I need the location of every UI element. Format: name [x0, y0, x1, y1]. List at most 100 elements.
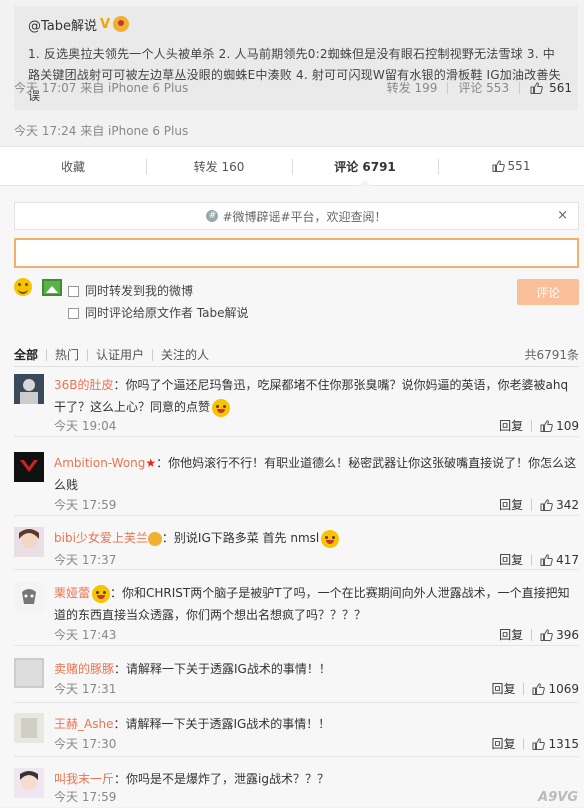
comment-body: 叫我末一斤：你吗是不是爆炸了，泄露ig战术？？？	[54, 768, 579, 790]
reposted-comment-link[interactable]: 评论 553	[458, 79, 509, 96]
comment-author[interactable]: Ambition-Wong	[54, 456, 145, 470]
comment-like-count: 396	[556, 627, 579, 642]
avatar[interactable]	[14, 374, 44, 404]
comment-item: 叫我末一斤：你吗是不是爆炸了，泄露ig战术？？？ 今天 17:59	[14, 768, 579, 808]
thumbs-up-icon	[540, 419, 553, 432]
comment-author-checkbox[interactable]	[68, 307, 79, 319]
smile-emoji-icon	[92, 584, 111, 603]
repost-checkbox-label: 同时转发到我的微博	[85, 284, 194, 298]
comment-input[interactable]	[14, 238, 579, 268]
submit-comment-button[interactable]: 评论	[517, 279, 579, 305]
comment-item: 王赫_Ashe：请解释一下关于透露IG战术的事情！！ 今天 17:30 回复 1…	[14, 713, 579, 757]
comment-meta: 今天 17:30 回复 1315	[54, 735, 579, 752]
comment-meta: 今天 17:59	[54, 788, 579, 805]
comment-author[interactable]: 叫我末一斤	[54, 772, 114, 786]
comment-meta: 今天 19:04 回复 109	[54, 417, 579, 434]
comment-meta: 今天 17:43 回复 396	[54, 626, 579, 643]
comment-like-button[interactable]: 396	[540, 628, 579, 642]
comment-author[interactable]: bibi少女爱上芙兰	[54, 531, 148, 545]
medal-icon	[147, 531, 162, 546]
thumbs-up-icon	[540, 628, 553, 641]
comment-like-count: 342	[556, 497, 579, 512]
divider	[531, 628, 533, 641]
reposted-repost-link[interactable]: 转发 199	[387, 79, 438, 96]
comment-item: 卖赌的豚豚：请解释一下关于透露IG战术的事情！！ 今天 17:31 回复 106…	[14, 658, 579, 703]
reply-button[interactable]: 回复	[491, 680, 515, 697]
verified-icon: V	[100, 16, 111, 32]
comment-total: 共6791条	[524, 348, 579, 362]
comment-author[interactable]: 卖赌的豚豚	[54, 662, 114, 676]
thumbs-up-icon	[530, 81, 543, 94]
repost-button[interactable]: 转发 160	[146, 147, 292, 185]
comment-text: ：别说IG下路多菜 首先 nmsl	[161, 531, 320, 545]
divider	[523, 682, 525, 695]
comment-tools	[14, 278, 62, 296]
comment-like-button[interactable]: 417	[540, 553, 579, 567]
comment-like-count: 109	[556, 418, 579, 433]
filter-following[interactable]: 关注的人	[152, 348, 217, 361]
reply-button[interactable]: 回复	[499, 626, 523, 643]
reposted-author-name[interactable]: @Tabe解说	[28, 15, 97, 34]
filter-hot[interactable]: 热门	[46, 348, 87, 361]
comment-like-button[interactable]: 109	[540, 419, 579, 433]
comment-author[interactable]: 王赫_Ashe	[54, 717, 113, 731]
reply-button[interactable]: 回复	[499, 551, 523, 568]
thumbs-up-icon	[540, 553, 553, 566]
comment-like-count: 417	[556, 552, 579, 567]
avatar[interactable]	[14, 582, 44, 612]
filter-verified[interactable]: 认证用户	[87, 348, 152, 361]
like-button[interactable]: 551	[438, 147, 584, 185]
comment-like-count: 1069	[548, 681, 579, 696]
repost-checkbox[interactable]	[68, 285, 79, 297]
avatar[interactable]	[14, 768, 44, 798]
comment-time: 今天 17:37	[54, 553, 117, 567]
rumor-notice[interactable]: # #微博辟谣#平台，欢迎查阅！ ×	[14, 202, 579, 230]
comment-like-count: 1315	[548, 736, 579, 751]
comment-body: Ambition-Wong★：你他妈滚行不行！有职业道德么！秘密武器让你这张破嘴…	[54, 452, 579, 496]
close-icon[interactable]: ×	[557, 208, 568, 223]
action-bar: 收藏 转发 160 评论 6791 551	[0, 146, 584, 186]
comment-item: Ambition-Wong★：你他妈滚行不行！有职业道德么！秘密武器让你这张破嘴…	[14, 452, 579, 516]
thumbs-up-icon	[532, 682, 546, 695]
notice-text: #微博辟谣#平台，欢迎查阅！	[222, 209, 387, 224]
comment-author[interactable]: 栗娅蕾	[54, 586, 90, 600]
reposted-like-button[interactable]: 561	[530, 81, 572, 95]
repost-checkbox-row[interactable]: 同时转发到我的微博	[68, 280, 249, 302]
avatar[interactable]	[14, 527, 44, 557]
surprised-emoji-icon	[321, 529, 340, 548]
avatar[interactable]	[14, 713, 44, 743]
comment-meta: 今天 17:59 回复 342	[54, 496, 579, 513]
image-icon[interactable]	[42, 278, 62, 296]
comment-time: 今天 19:04	[54, 419, 117, 433]
star-icon: ★	[145, 456, 157, 470]
comment-item: 36B的肚皮：你吗了个逼还尼玛鲁迅，吃屎都堵不住你那张臭嘴？说你妈逼的英语，你老…	[14, 374, 579, 437]
emoji-icon[interactable]	[14, 278, 32, 296]
comment-time: 今天 17:59	[54, 790, 117, 804]
reply-button[interactable]: 回复	[491, 735, 515, 752]
comment-item: bibi少女爱上芙兰 ：别说IG下路多菜 首先 nmsl 今天 17:37 回复 …	[14, 527, 579, 570]
comment-like-button[interactable]: 342	[540, 498, 579, 512]
comment-text: ：请解释一下关于透露IG战术的事情！！	[113, 717, 331, 731]
comment-body: bibi少女爱上芙兰 ：别说IG下路多菜 首先 nmsl	[54, 527, 579, 549]
thumbs-up-icon	[532, 737, 546, 750]
avatar[interactable]	[14, 658, 44, 688]
comment-tab[interactable]: 评论 6791	[292, 147, 438, 186]
like-count: 551	[507, 159, 531, 173]
favorite-button[interactable]: 收藏	[0, 147, 146, 185]
reposted-text: 1. 反选奥拉夫领先一个人头被单杀 2. 人马前期领先0:2蜘蛛但是没有眼石控制…	[28, 47, 561, 103]
thumbs-up-icon	[540, 498, 553, 511]
comment-author[interactable]: 36B的肚皮	[54, 378, 114, 392]
reply-button[interactable]: 回复	[499, 417, 523, 434]
hashtag-icon: #	[206, 210, 219, 222]
divider	[523, 737, 525, 750]
reply-button[interactable]: 回复	[499, 496, 523, 513]
comment-like-button[interactable]: 1069	[532, 682, 579, 696]
avatar[interactable]	[14, 452, 44, 482]
comment-time: 今天 17:31	[54, 682, 117, 696]
comment-author-checkbox-row[interactable]: 同时评论给原文作者 Tabe解说	[68, 302, 249, 324]
divider	[519, 81, 521, 94]
filter-all[interactable]: 全部	[14, 349, 46, 361]
comment-like-button[interactable]: 1315	[532, 737, 579, 751]
comment-meta: 今天 17:37 回复 417	[54, 551, 579, 568]
reposted-author-line: @Tabe解说 V	[28, 14, 566, 34]
